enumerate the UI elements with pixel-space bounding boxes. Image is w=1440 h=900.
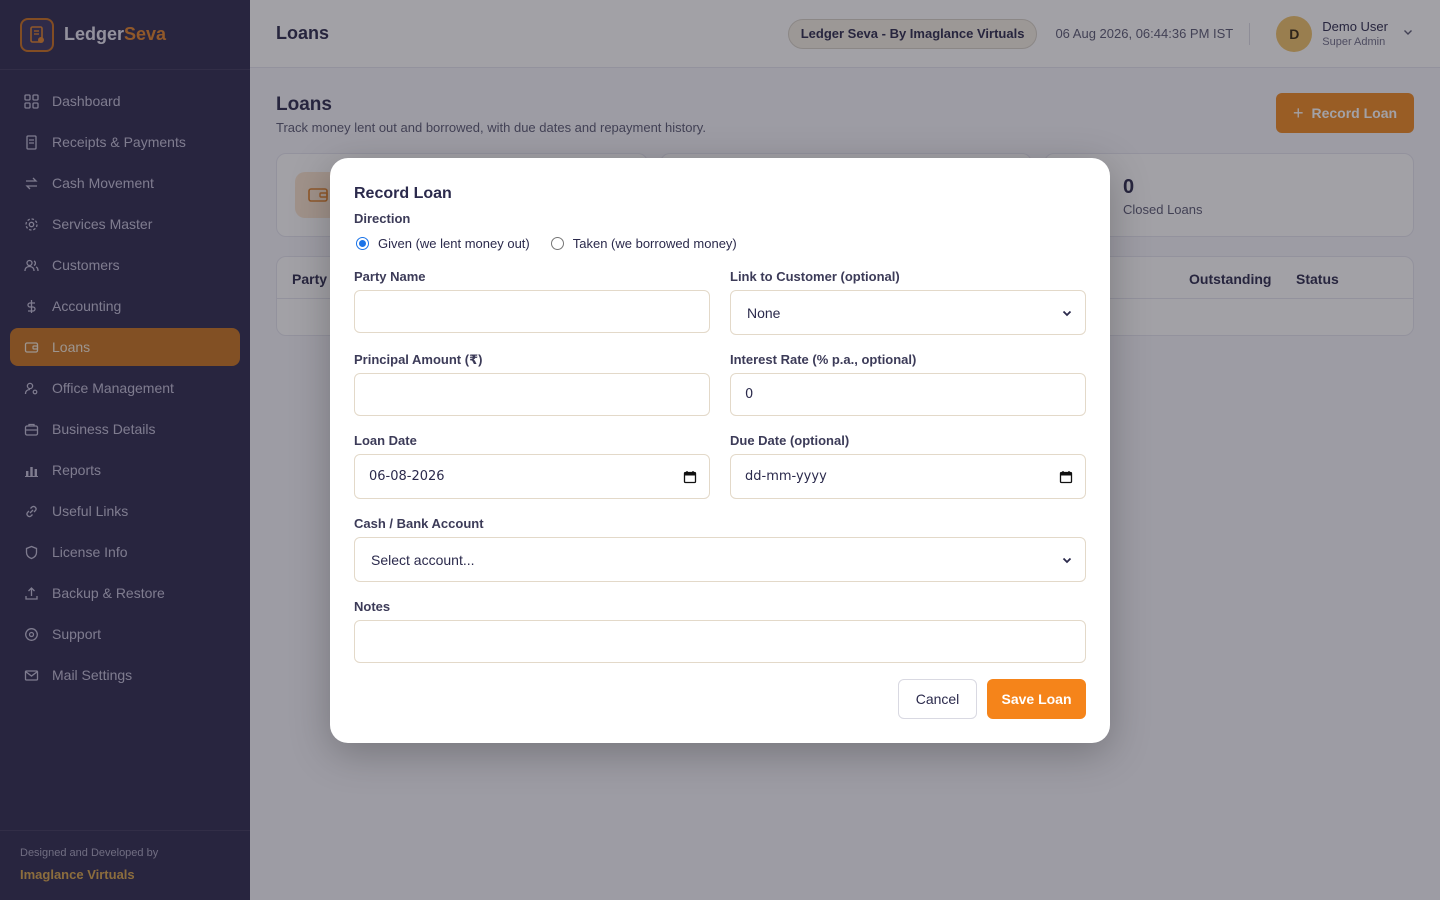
party-name-input[interactable] <box>354 290 710 333</box>
interest-label: Interest Rate (% p.a., optional) <box>730 352 917 367</box>
notes-input[interactable] <box>354 620 1086 663</box>
chevron-down-icon <box>1061 307 1073 319</box>
due-date-input[interactable]: dd-mm-yyyy <box>730 454 1086 499</box>
due-date-label: Due Date (optional) <box>730 433 850 448</box>
cancel-button[interactable]: Cancel <box>898 679 977 719</box>
account-label: Cash / Bank Account <box>354 516 484 531</box>
notes-label: Notes <box>354 599 391 614</box>
modal-title: Record Loan <box>354 185 452 202</box>
party-name-label: Party Name <box>354 269 426 284</box>
link-customer-select[interactable]: None <box>730 290 1086 335</box>
direction-options: Given (we lent money out) Taken (we borr… <box>356 236 737 251</box>
calendar-icon[interactable] <box>683 470 697 484</box>
account-select[interactable]: Select account... <box>354 537 1086 582</box>
radio-taken-label[interactable]: Taken (we borrowed money) <box>573 236 737 251</box>
radio-given-label[interactable]: Given (we lent money out) <box>378 236 530 251</box>
chevron-down-icon <box>1061 554 1073 566</box>
save-loan-button[interactable]: Save Loan <box>987 679 1086 719</box>
direction-label: Direction <box>354 211 411 226</box>
radio-taken[interactable] <box>550 237 564 250</box>
loan-date-label: Loan Date <box>354 433 417 448</box>
record-loan-modal: Record Loan Direction Given (we lent mon… <box>330 158 1110 743</box>
interest-input[interactable]: 0 <box>730 373 1086 416</box>
link-customer-label: Link to Customer (optional) <box>730 269 900 284</box>
loan-date-input[interactable]: 06-08-2026 <box>354 454 710 499</box>
radio-given[interactable] <box>356 237 369 250</box>
calendar-icon[interactable] <box>1059 470 1073 484</box>
principal-input[interactable] <box>354 373 710 416</box>
principal-label: Principal Amount (₹) <box>354 352 483 367</box>
